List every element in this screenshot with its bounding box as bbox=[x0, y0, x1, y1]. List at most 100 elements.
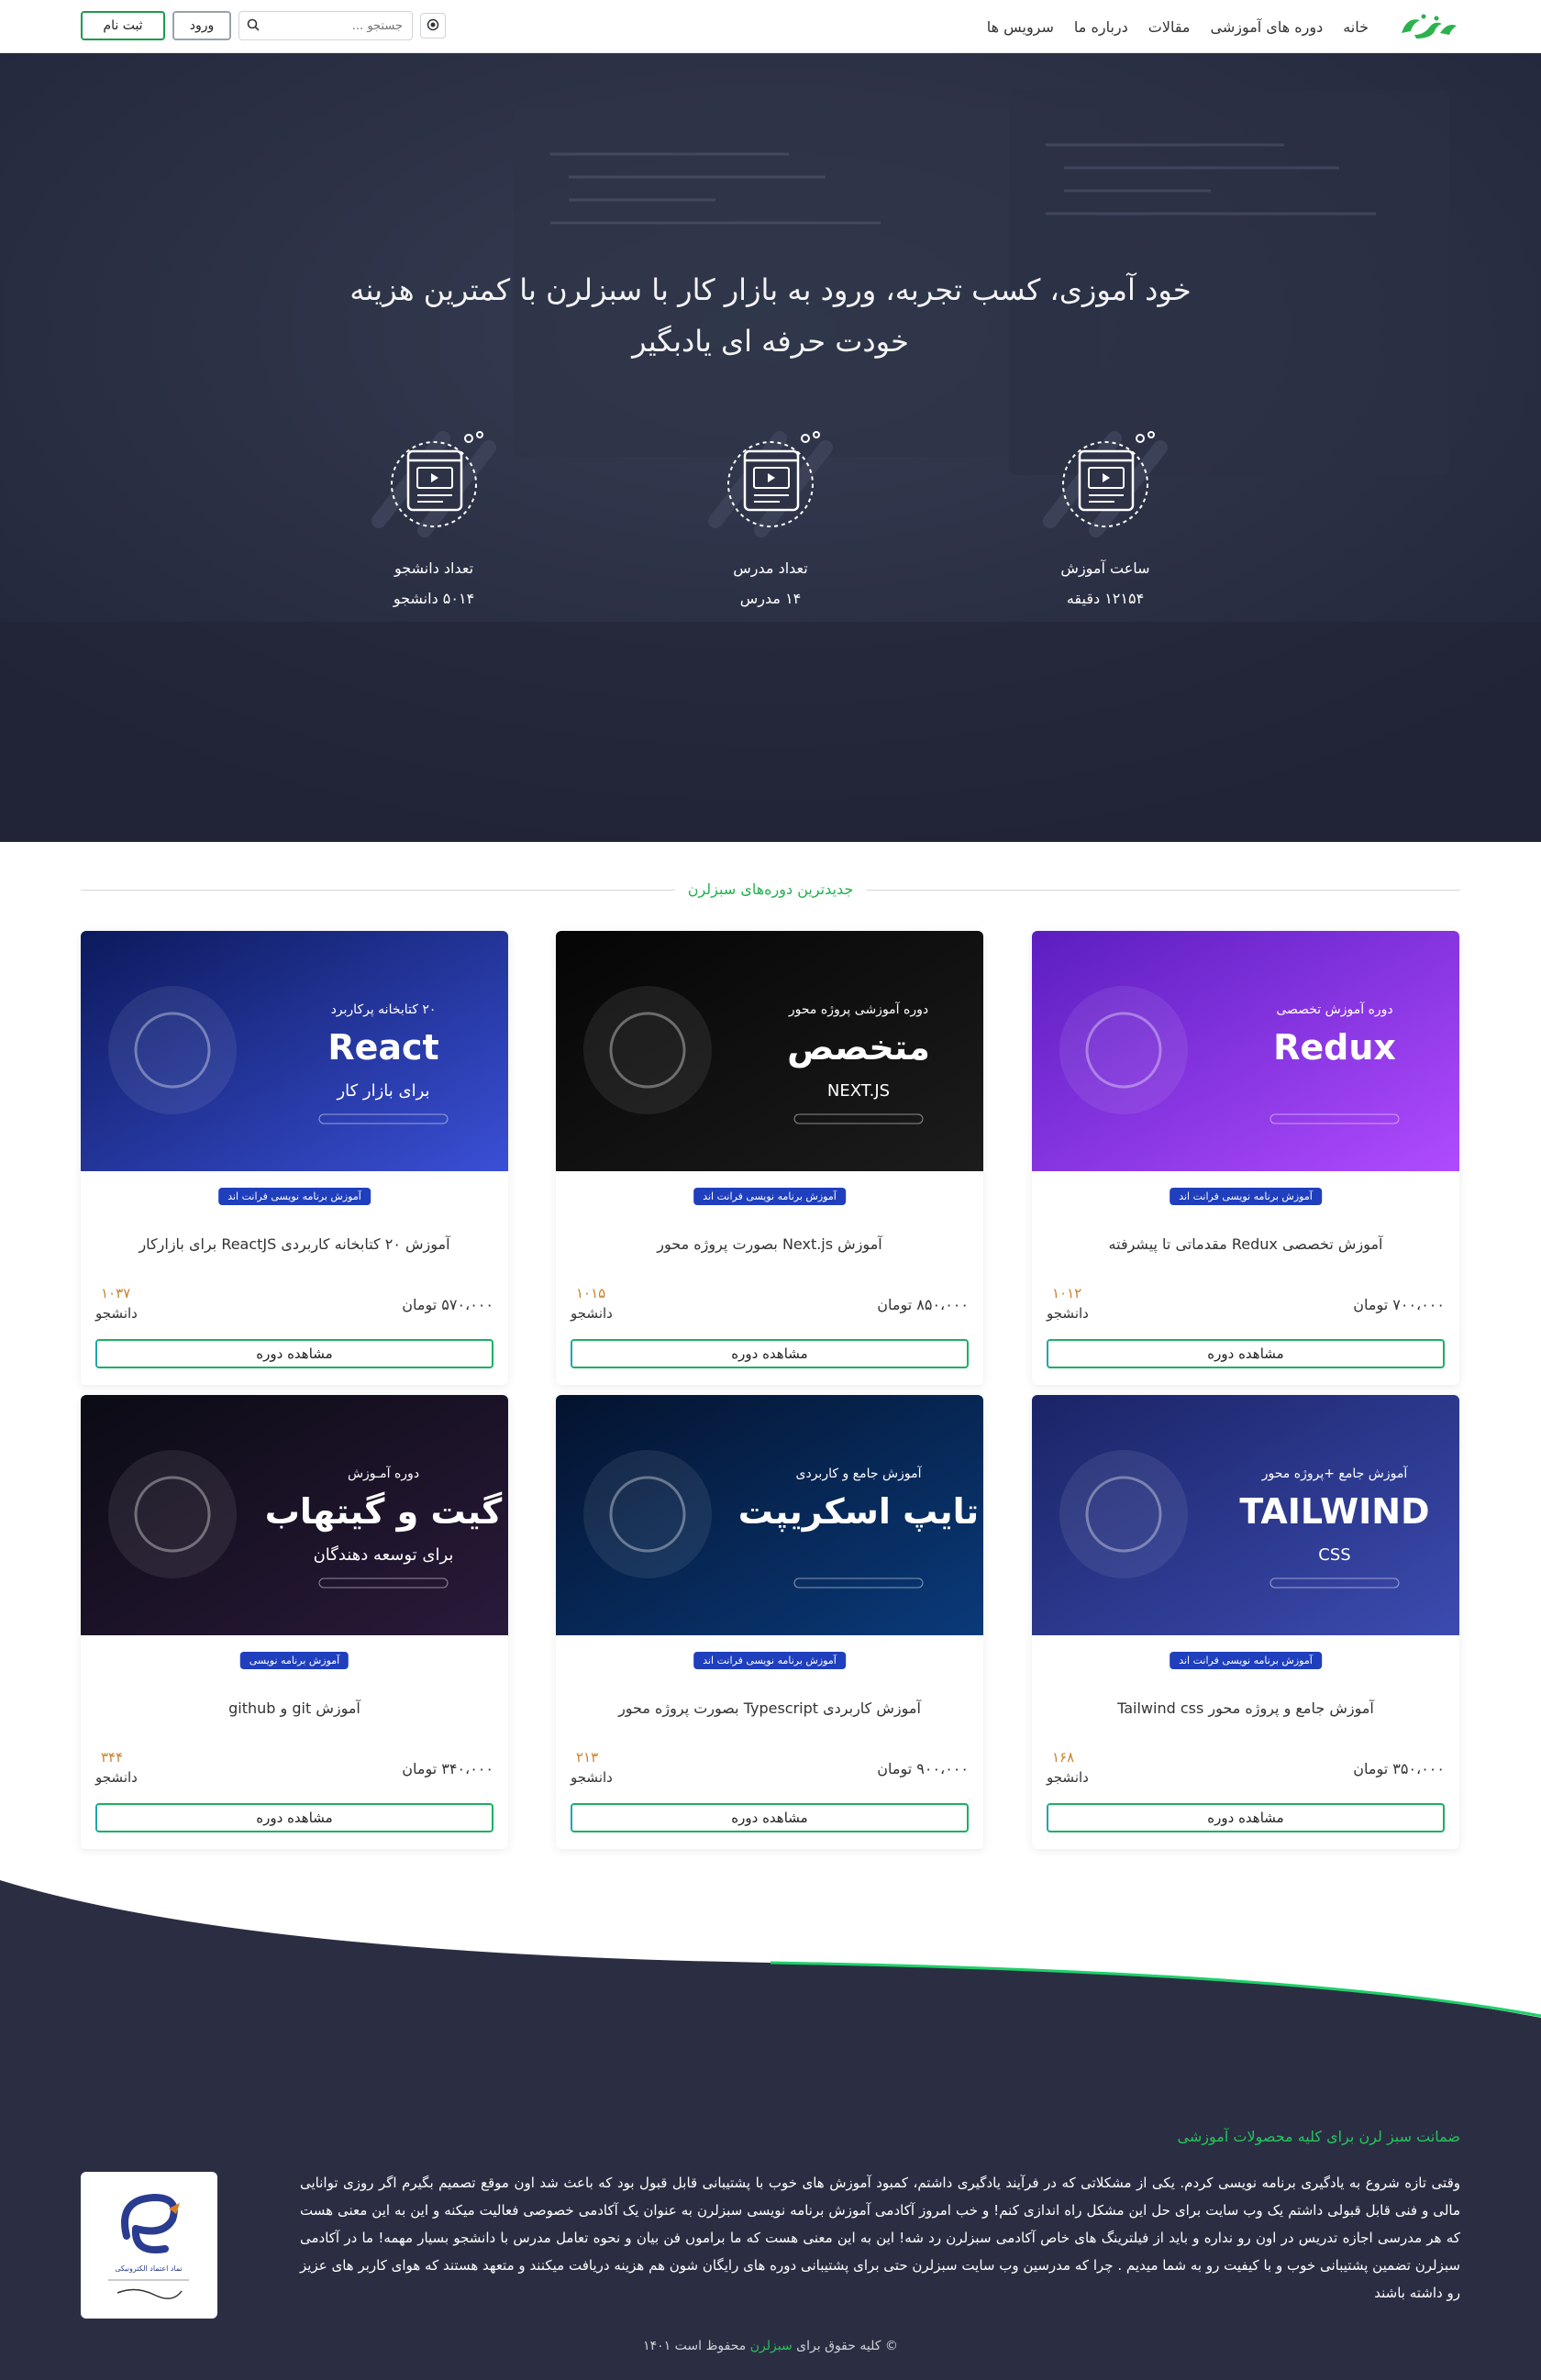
nav-tools: ثبت نام ورود bbox=[81, 11, 446, 40]
enamad-badge[interactable]: نماد اعتماد الکترونیکی bbox=[81, 2172, 217, 2319]
site-logo[interactable] bbox=[1396, 11, 1460, 42]
course-title[interactable]: آموزش کاربردی Typescript بصورت پروژه محو… bbox=[556, 1699, 983, 1717]
stat-instructors: تعداد مدرس ۱۴ مدرس bbox=[679, 429, 862, 607]
thumb-line2: گیت و گیتهاب bbox=[265, 1491, 503, 1533]
student-count: ۲۱۳ bbox=[576, 1749, 599, 1766]
stat-teaching-hours: ساعت آموزش ۱۲۱۵۴ دقیقه bbox=[1014, 429, 1197, 607]
stat-label: تعداد مدرس bbox=[733, 559, 808, 577]
video-course-icon bbox=[706, 431, 835, 543]
category-badge[interactable]: آموزش برنامه نویسی فرانت اند bbox=[1170, 1652, 1322, 1669]
thumb-line1: دوره آمـوزش bbox=[348, 1466, 419, 1481]
course-title[interactable]: آموزش تخصصی Redux مقدماتی تا پیشرفته bbox=[1032, 1235, 1459, 1253]
course-title[interactable]: آموزش جامع و پروژه محور Tailwind css bbox=[1032, 1699, 1459, 1717]
copyright: © کلیه حقوق برای سبزلرن محفوظ است ۱۴۰۱ bbox=[0, 2339, 1541, 2353]
course-card[interactable]: دوره آموزشی پروژه محور متخصص NEXT.JS آموزش … bbox=[556, 931, 983, 1385]
student-label: دانشجو bbox=[571, 1769, 613, 1786]
category-badge[interactable]: آموزش برنامه نویسی bbox=[239, 1652, 349, 1669]
hero-title-line2: خودت حرفه ای یادبگیر bbox=[632, 324, 909, 359]
view-course-button[interactable]: مشاهده دوره bbox=[571, 1339, 969, 1368]
course-card[interactable]: دوره آموزش تخصصی Redux آموزش برنامه نویسی … bbox=[1032, 931, 1459, 1385]
search-icon[interactable] bbox=[247, 17, 260, 35]
category-badge[interactable]: آموزش برنامه نویسی فرانت اند bbox=[693, 1652, 846, 1669]
course-title[interactable]: آموزش Next.js بصورت پروژه محور bbox=[556, 1235, 983, 1253]
student-label: دانشجو bbox=[95, 1305, 138, 1322]
copyright-prefix: © کلیه حقوق برای bbox=[796, 2339, 898, 2353]
thumb-line3: CSS bbox=[1318, 1545, 1350, 1565]
student-label: دانشجو bbox=[571, 1305, 613, 1322]
stat-value: ۱۲۱۵۴ دقیقه bbox=[1066, 590, 1145, 607]
student-count: ۳۴۴ bbox=[101, 1749, 124, 1766]
student-label: دانشجو bbox=[1047, 1769, 1089, 1786]
student-label: دانشجو bbox=[95, 1769, 138, 1786]
thumb-line1: ۲۰ کتابخانه پرکاربرد bbox=[331, 1002, 437, 1017]
student-label: دانشجو bbox=[1047, 1305, 1089, 1322]
student-count: ۱۰۱۵ bbox=[576, 1285, 606, 1301]
enamad-caption: نماد اعتماد الکترونیکی bbox=[115, 2264, 182, 2273]
course-thumbnail[interactable]: آموزش جامع و کاربردی تایپ اسکریپت bbox=[556, 1395, 983, 1635]
thumb-line2: Redux bbox=[1273, 1027, 1396, 1068]
thumb-line3: برای بازار کار bbox=[336, 1081, 429, 1101]
course-card[interactable]: آموزش جامع +پروژه محور TAILWIND CSS آموزش ب… bbox=[1032, 1395, 1459, 1849]
course-price: ۳۵۰،۰۰۰ تومان bbox=[1353, 1760, 1445, 1777]
student-count: ۱۶۸ bbox=[1052, 1749, 1075, 1766]
view-course-button[interactable]: مشاهده دوره bbox=[1047, 1339, 1445, 1368]
footer-heading: ضمانت سبز لرن برای کلیه محصولات آموزشی bbox=[1177, 2128, 1460, 2145]
course-title[interactable]: آموزش git و github bbox=[81, 1699, 508, 1717]
register-button[interactable]: ثبت نام bbox=[81, 11, 165, 40]
video-course-icon bbox=[1041, 431, 1170, 543]
stat-students: تعداد دانشجو ۵۰۱۴ دانشجو bbox=[342, 429, 526, 607]
course-card[interactable]: دوره آمـوزش گیت و گیتهاب برای توسعه دهندگا… bbox=[81, 1395, 508, 1849]
login-button[interactable]: ورود bbox=[172, 11, 231, 40]
nav-link-services[interactable]: سرویس ها bbox=[987, 18, 1054, 36]
course-thumbnail[interactable]: دوره آموزشی پروژه محور متخصص NEXT.JS bbox=[556, 931, 983, 1171]
view-course-button[interactable]: مشاهده دوره bbox=[1047, 1803, 1445, 1832]
theme-toggle-button[interactable] bbox=[420, 13, 446, 39]
stat-value: ۱۴ مدرس bbox=[739, 590, 802, 607]
main-nav: خانه دوره های آموزشی مقالات درباره ما سر… bbox=[987, 18, 1369, 36]
thumb-line1: دوره آموزشی پروژه محور bbox=[788, 1002, 928, 1017]
course-price: ۳۴۰،۰۰۰ تومان bbox=[402, 1760, 493, 1777]
course-price: ۸۵۰،۰۰۰ تومان bbox=[877, 1296, 969, 1313]
student-count: ۱۰۳۷ bbox=[101, 1285, 131, 1301]
course-thumbnail[interactable]: دوره آمـوزش گیت و گیتهاب برای توسعه دهندگا… bbox=[81, 1395, 508, 1635]
thumb-line1: آموزش جامع و کاربردی bbox=[796, 1466, 923, 1481]
theme-icon bbox=[427, 17, 439, 35]
hero-title-line1: خود آموزی، کسب تجربه، ورود به بازار کار … bbox=[349, 272, 1192, 307]
nav-link-articles[interactable]: مقالات bbox=[1148, 18, 1191, 36]
search-box bbox=[238, 11, 413, 40]
thumb-line2: تایپ اسکریپت bbox=[738, 1491, 979, 1532]
thumb-line1: دوره آموزش تخصصی bbox=[1276, 1002, 1392, 1017]
course-price: ۵۷۰،۰۰۰ تومان bbox=[402, 1296, 493, 1313]
copyright-brand-link[interactable]: سبزلرن bbox=[750, 2339, 793, 2353]
course-title[interactable]: آموزش ۲۰ کتابخانه کاربردی ReactJS برای ب… bbox=[81, 1235, 508, 1253]
nav-link-courses[interactable]: دوره های آموزشی bbox=[1210, 18, 1323, 36]
course-thumbnail[interactable]: دوره آموزش تخصصی Redux bbox=[1032, 931, 1459, 1171]
hero-section: خود آموزی، کسب تجربه، ورود به بازار کار … bbox=[0, 53, 1541, 842]
thumb-line1: آموزش جامع +پروژه محور bbox=[1261, 1466, 1409, 1481]
stat-label: ساعت آموزش bbox=[1060, 559, 1150, 577]
section-heading: جدیدترین دوره‌های سبزلرن bbox=[674, 880, 867, 898]
video-course-icon bbox=[370, 431, 498, 543]
section-title-latest-courses: جدیدترین دوره‌های سبزلرن bbox=[81, 880, 1460, 899]
search-input[interactable] bbox=[265, 18, 403, 33]
course-thumbnail[interactable]: آموزش جامع +پروژه محور TAILWIND CSS bbox=[1032, 1395, 1459, 1635]
view-course-button[interactable]: مشاهده دوره bbox=[95, 1803, 493, 1832]
course-card[interactable]: ۲۰ کتابخانه پرکاربرد React برای بازار کار آ… bbox=[81, 931, 508, 1385]
nav-link-home[interactable]: خانه bbox=[1343, 18, 1369, 36]
course-thumbnail[interactable]: ۲۰ کتابخانه پرکاربرد React برای بازار کار bbox=[81, 931, 508, 1171]
course-card[interactable]: آموزش جامع و کاربردی تایپ اسکریپت آموزش بر… bbox=[556, 1395, 983, 1849]
course-price: ۷۰۰،۰۰۰ تومان bbox=[1353, 1296, 1445, 1313]
category-badge[interactable]: آموزش برنامه نویسی فرانت اند bbox=[218, 1188, 371, 1205]
category-badge[interactable]: آموزش برنامه نویسی فرانت اند bbox=[693, 1188, 846, 1205]
stat-value: ۵۰۱۴ دانشجو bbox=[393, 590, 475, 607]
thumb-line2: TAILWIND bbox=[1239, 1491, 1429, 1532]
category-badge[interactable]: آموزش برنامه نویسی فرانت اند bbox=[1170, 1188, 1322, 1205]
nav-link-about[interactable]: درباره ما bbox=[1074, 18, 1128, 36]
student-count: ۱۰۱۲ bbox=[1052, 1285, 1082, 1301]
course-price: ۹۰۰،۰۰۰ تومان bbox=[877, 1760, 969, 1777]
footer-about-text: وقتی تازه شروع به یادگیری برنامه نویسی ک… bbox=[300, 2175, 1460, 2301]
view-course-button[interactable]: مشاهده دوره bbox=[571, 1803, 969, 1832]
stat-label: تعداد دانشجو bbox=[394, 559, 474, 577]
thumb-line2: React bbox=[327, 1027, 438, 1068]
view-course-button[interactable]: مشاهده دوره bbox=[95, 1339, 493, 1368]
